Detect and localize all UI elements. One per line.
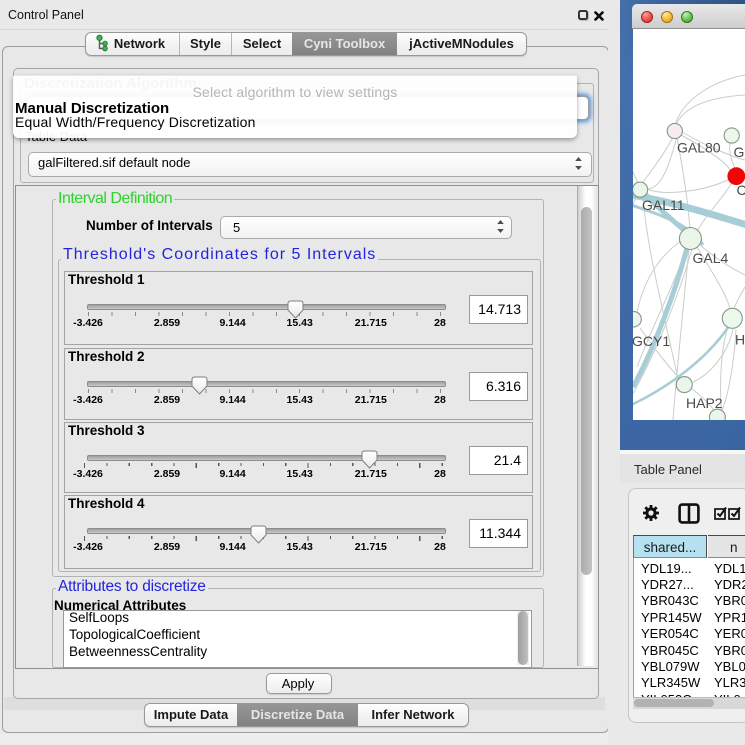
svg-text:GAL11: GAL11 [642,197,685,213]
svg-text:HAP2: HAP2 [686,395,723,411]
svg-text:G..: G.. [734,144,745,160]
svg-text:GAL4: GAL4 [693,250,729,266]
svg-text:GCY1: GCY1 [633,333,670,349]
svg-text:H: H [735,332,745,348]
svg-text:GAL80: GAL80 [677,140,721,156]
svg-text:C..: C.. [737,182,745,198]
